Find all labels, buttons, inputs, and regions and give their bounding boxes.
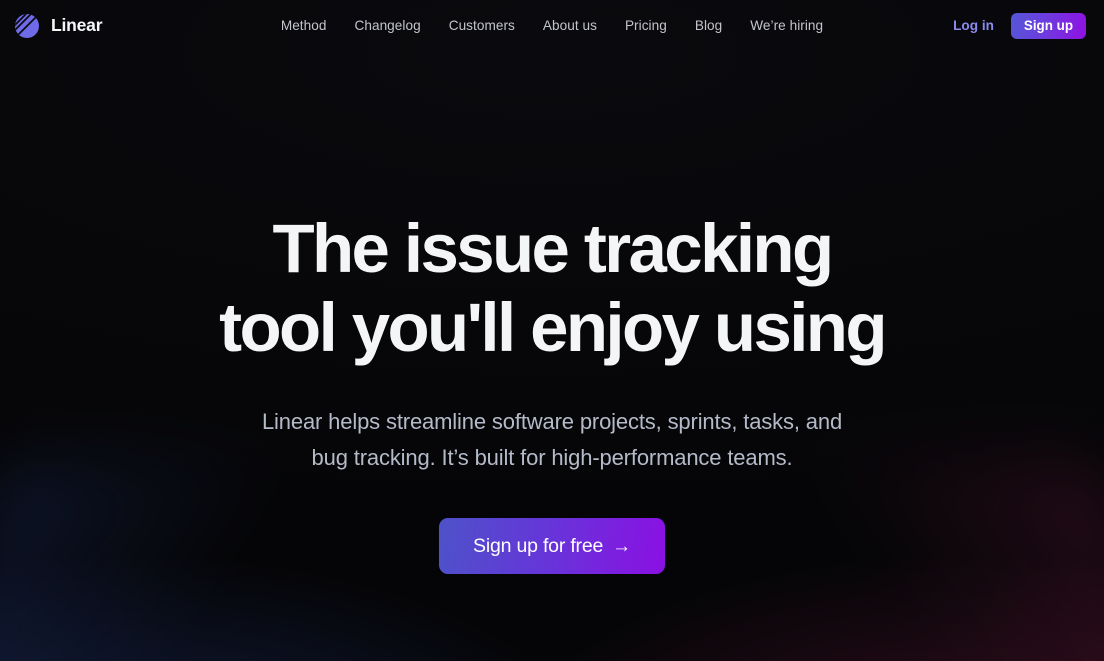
- page-title: The issue tracking tool you'll enjoy usi…: [219, 209, 887, 367]
- brand-home-link[interactable]: Linear: [14, 13, 103, 39]
- nav-item-method[interactable]: Method: [281, 18, 327, 33]
- nav-item-changelog[interactable]: Changelog: [354, 18, 420, 33]
- subtitle-line-2: bug tracking. It’s built for high-perfor…: [311, 445, 793, 470]
- login-link[interactable]: Log in: [953, 18, 994, 33]
- subtitle-line-1: Linear helps streamline software project…: [261, 409, 843, 434]
- nav-item-blog[interactable]: Blog: [695, 18, 722, 33]
- headline-line-2: tool you'll enjoy using: [219, 289, 887, 366]
- header-actions: Log in Sign up: [953, 12, 1086, 39]
- signup-button[interactable]: Sign up: [1010, 12, 1086, 39]
- site-header: Linear Method Changelog Customers About …: [0, 0, 1104, 51]
- linear-striped-circle-logo-icon: [14, 13, 40, 39]
- hero-cta-label: Sign up for free: [473, 534, 604, 557]
- hero-section: The issue tracking tool you'll enjoy usi…: [0, 51, 1104, 574]
- nav-item-customers[interactable]: Customers: [449, 18, 515, 33]
- nav-item-about-us[interactable]: About us: [543, 18, 597, 33]
- headline-line-1: The issue tracking: [272, 210, 834, 287]
- brand-name: Linear: [51, 15, 103, 35]
- nav-item-pricing[interactable]: Pricing: [625, 18, 667, 33]
- signup-for-free-button[interactable]: Sign up for free →: [439, 518, 665, 574]
- nav-item-were-hiring[interactable]: We’re hiring: [750, 18, 823, 33]
- primary-navigation: Method Changelog Customers About us Pric…: [0, 18, 1104, 33]
- arrow-right-icon: →: [612, 535, 631, 557]
- hero-subtitle: Linear helps streamline software project…: [262, 404, 842, 476]
